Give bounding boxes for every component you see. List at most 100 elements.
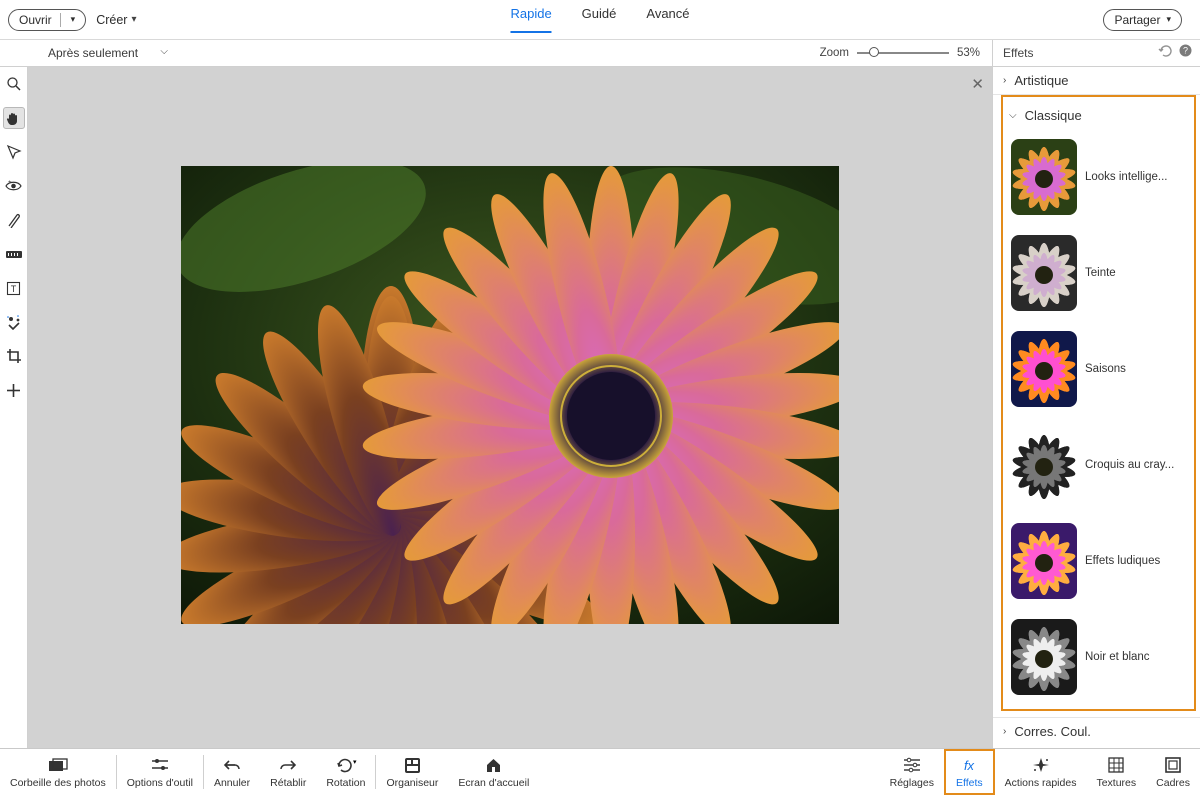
zoom-slider-knob[interactable] [869,47,879,57]
accordion-classique[interactable]: ⌵ Classique [1007,101,1192,129]
label: Organiseur [386,777,438,789]
label: Rétablir [270,777,306,789]
help-icon[interactable]: ? [1179,44,1192,62]
textures-button[interactable]: Textures [1086,749,1146,795]
tab-quick[interactable]: Rapide [510,6,551,33]
zoom-value: 53% [957,47,980,59]
view-mode-label: Après seulement [48,46,138,60]
chevron-down-icon: ⌵ [1009,110,1017,121]
redo-button[interactable]: Rétablir [260,749,316,795]
create-button[interactable]: Créer ▾ [96,13,136,27]
rotate-button[interactable]: ▾ Rotation [316,749,375,795]
rotate-icon: ▾ [335,755,357,775]
label: Corbeille des photos [10,777,106,789]
redo-icon [279,755,297,775]
share-button-label: Partager [1114,13,1160,27]
undo-icon [223,755,241,775]
accordion-artistique[interactable]: › Artistique [993,67,1200,95]
quick-select-tool-icon[interactable] [3,141,25,163]
whiten-teeth-tool-icon[interactable] [3,209,25,231]
label: Rotation [326,777,365,789]
zoom-label: Zoom [820,47,849,59]
canvas-area: ✕ [28,67,992,748]
effect-label: Saisons [1085,363,1126,375]
chevron-down-icon: ▾ [71,14,76,25]
effect-item[interactable]: Effets ludiques [1007,513,1192,609]
textures-icon [1108,755,1124,775]
label: Actions rapides [1005,777,1077,789]
accordion-color-correct[interactable]: › Corres. Coul. [993,717,1200,745]
document-image[interactable]: (function(){ var ns="http://www.w3.org/2… [181,166,839,624]
accordion-label: Artistique [1014,73,1068,88]
effect-label: Effets ludiques [1085,555,1160,567]
label: Annuler [214,777,250,789]
organizer-button[interactable]: Organiseur [376,749,448,795]
tool-options-button[interactable]: Options d'outil [117,749,203,795]
svg-text:▾: ▾ [353,759,357,766]
svg-text:fx: fx [964,758,975,773]
crop-tool-icon[interactable] [3,345,25,367]
quick-actions-button[interactable]: Actions rapides [995,749,1087,795]
label: Effets [956,777,983,789]
chevron-down-icon: ⌵ [160,46,168,60]
sparkle-icon [1032,755,1050,775]
photo-bin-button[interactable]: Corbeille des photos [0,749,116,795]
accordion-label: Corres. Coul. [1014,724,1091,739]
mode-tabs: Rapide Guidé Avancé [510,0,689,40]
chevron-right-icon: › [1003,75,1006,86]
effect-thumbnail [1011,139,1077,215]
svg-text:+: + [8,180,12,186]
effect-item[interactable]: Looks intellige... [1007,129,1192,225]
adjustments-button[interactable]: Réglages [880,749,944,795]
label: Réglages [890,777,934,789]
accordion-label: Classique [1025,108,1082,123]
move-tool-icon[interactable] [3,379,25,401]
tool-strip: + T [0,67,28,748]
effect-item[interactable]: Saisons [1007,321,1192,417]
effect-item[interactable]: Croquis au cray... [1007,417,1192,513]
effects-button[interactable]: fx Effets [944,749,995,795]
spot-heal-tool-icon[interactable] [3,311,25,333]
frames-button[interactable]: Cadres [1146,749,1200,795]
zoom-tool-icon[interactable] [3,73,25,95]
effect-item[interactable]: Teinte [1007,225,1192,321]
close-document-button[interactable]: ✕ [971,75,984,93]
effect-thumbnail [1011,619,1077,695]
photo-bin-icon [48,755,68,775]
undo-history-icon[interactable] [1157,44,1173,62]
undo-button[interactable]: Annuler [204,749,260,795]
frames-icon [1165,755,1181,775]
label: Cadres [1156,777,1190,789]
effect-label: Looks intellige... [1085,171,1167,183]
effect-thumbnail [1011,331,1077,407]
share-button[interactable]: Partager ▾ [1103,9,1182,31]
straighten-tool-icon[interactable] [3,243,25,265]
effect-thumbnail [1011,523,1077,599]
zoom-control: Zoom 53% [820,47,992,59]
separator [60,13,61,27]
effect-label: Croquis au cray... [1085,459,1174,471]
effects-panel: › Artistique ⌵ Classique Looks intellige… [992,67,1200,748]
create-button-label: Créer [96,13,127,27]
home-button[interactable]: Ecran d'accueil [448,749,539,795]
open-button[interactable]: Ouvrir ▾ [8,9,86,31]
tab-advanced[interactable]: Avancé [646,6,689,33]
organizer-icon [404,755,421,775]
hand-tool-icon[interactable] [3,107,25,129]
effect-thumbnail [1011,427,1077,503]
svg-text:?: ? [1183,46,1188,56]
effect-label: Noir et blanc [1085,651,1150,663]
chevron-right-icon: › [1003,726,1006,737]
label: Options d'outil [127,777,193,789]
effect-label: Teinte [1085,267,1116,279]
redeye-tool-icon[interactable]: + [3,175,25,197]
zoom-slider[interactable] [857,52,949,54]
tab-guided[interactable]: Guidé [582,6,617,33]
home-icon [485,755,502,775]
effect-thumbnail [1011,235,1077,311]
view-mode-dropdown[interactable]: Après seulement ⌵ [48,46,168,60]
fx-icon: fx [958,755,980,775]
type-tool-icon[interactable]: T [3,277,25,299]
open-button-label: Ouvrir [19,13,52,27]
effect-item[interactable]: Noir et blanc [1007,609,1192,705]
